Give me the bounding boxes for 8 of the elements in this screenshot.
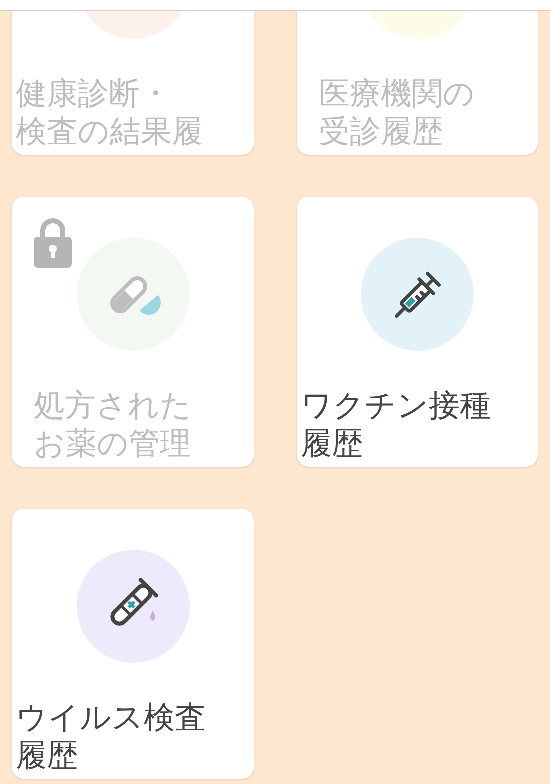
card-title: 医療機関の 受診履歴 — [318, 75, 476, 151]
card-title: ウイルス検査 履歴 — [15, 699, 207, 775]
card-title: ワクチン接種 履歴 — [300, 387, 492, 463]
menu-card[interactable]: ワクチン接種 履歴 — [297, 197, 538, 467]
lock-icon — [33, 217, 73, 269]
card-title: 健康診断・ 検査の結果履 — [15, 75, 204, 151]
card-title: 処方された お薬の管理 — [33, 387, 193, 463]
menu-card[interactable]: ウイルス検査 履歴 — [12, 509, 254, 779]
